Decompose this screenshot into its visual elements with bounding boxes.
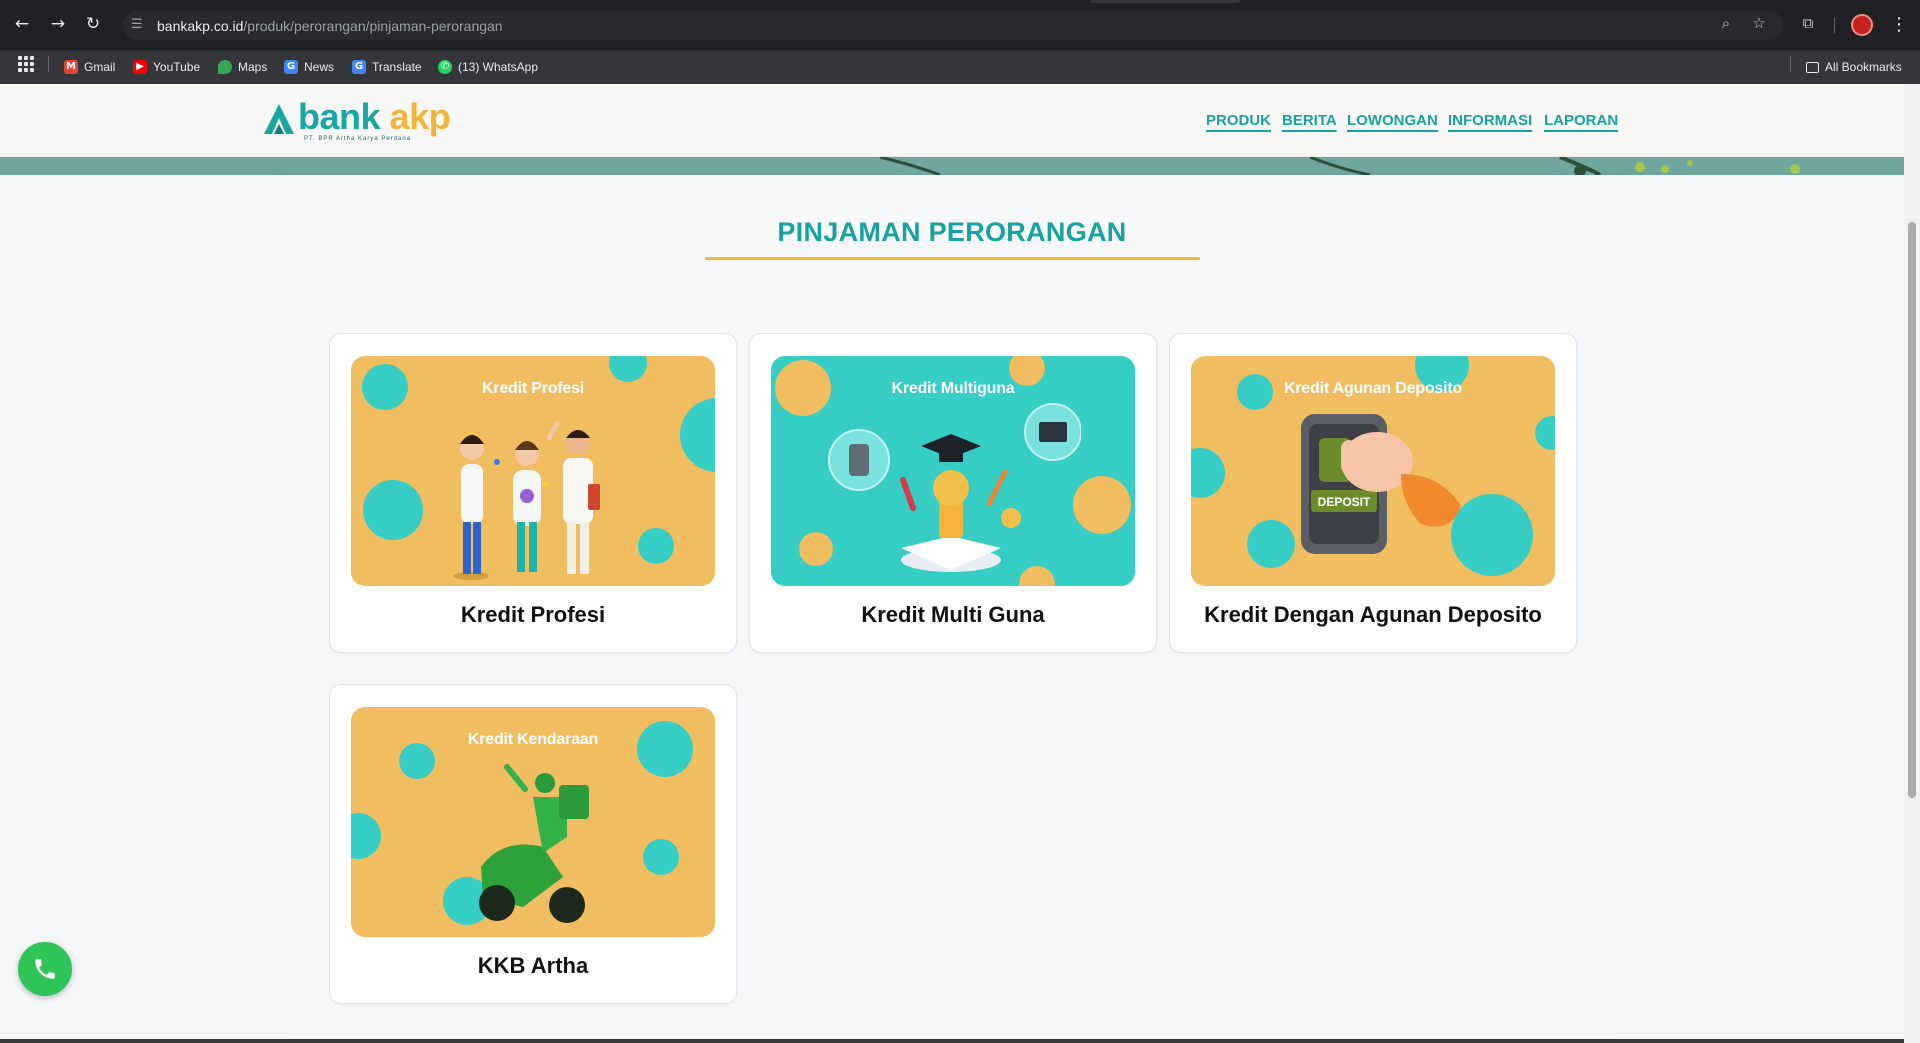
multiguna-illustration (828, 403, 1081, 572)
product-image-kredit-profesi: Kredit Profesi (351, 356, 715, 586)
site-header: bank akp PT. BPR Artha Karya Perdana PRO… (0, 84, 1904, 157)
folder-icon (1806, 61, 1819, 73)
bookmarks-divider (48, 56, 49, 72)
bookmark-maps[interactable]: Maps (218, 58, 267, 76)
product-card-kredit-profesi[interactable]: Kredit Profesi Kredit Profesi (329, 333, 737, 653)
hero-banner-edge (0, 157, 1904, 175)
title-underline (705, 257, 1200, 260)
apps-grid-icon[interactable] (18, 56, 34, 72)
page-scrollbar[interactable] (1904, 84, 1920, 1043)
back-icon[interactable]: ← (12, 14, 32, 34)
product-image-kkb-artha: Kredit Kendaraan (351, 707, 715, 937)
toolbar-divider (1834, 17, 1835, 33)
news-icon: G (284, 60, 298, 74)
nav-laporan[interactable]: LAPORAN (1544, 112, 1618, 129)
bank-akp-logo[interactable]: bank akp PT. BPR Artha Karya Perdana (260, 96, 451, 144)
menu-kebab-icon[interactable]: ⋮ (1890, 14, 1908, 36)
maps-icon (218, 60, 232, 74)
logo-wordmark: bank akp (298, 96, 451, 137)
banner-pattern (879, 157, 1800, 175)
product-label[interactable]: Kredit Profesi (330, 602, 736, 628)
reload-icon[interactable]: ↻ (83, 14, 103, 34)
active-tab-indicator[interactable] (1090, 0, 1240, 3)
nav-produk[interactable]: PRODUK (1206, 112, 1271, 129)
image-title: Kredit Profesi (481, 380, 585, 397)
url-text[interactable]: bankakp.co.id/produk/perorangan/pinjaman… (157, 18, 503, 34)
product-label[interactable]: Kredit Dengan Agunan Deposito (1170, 602, 1576, 628)
profile-avatar[interactable] (1851, 14, 1873, 36)
gmail-icon: M (64, 60, 78, 74)
whatsapp-icon: ✆ (438, 60, 452, 74)
bookmark-translate[interactable]: G Translate (352, 58, 422, 76)
address-bar[interactable]: ☰ bankakp.co.id/produk/perorangan/pinjam… (123, 11, 1783, 40)
product-card-kkb-artha[interactable]: Kredit Kendaraan KKB Artha (329, 684, 737, 1004)
zoom-icon[interactable]: ⌕ (1716, 13, 1736, 33)
product-card-kredit-agunan-deposito[interactable]: DEPOSIT Kredit Agunan Deposito Kredit De… (1169, 333, 1577, 653)
scrollbar-thumb[interactable] (1908, 222, 1916, 798)
logo-subtitle: PT. BPR Artha Karya Perdana (304, 136, 412, 142)
bookmark-gmail[interactable]: M Gmail (64, 58, 115, 76)
bookmark-star-icon[interactable]: ☆ (1749, 13, 1769, 33)
bookmark-whatsapp[interactable]: ✆ (13) WhatsApp (438, 58, 538, 76)
product-card-kredit-multi-guna[interactable]: Kredit Multiguna Kredit Multi Guna (749, 333, 1157, 653)
logo-mark-icon (264, 104, 294, 134)
professionals-illustration (453, 421, 600, 580)
contact-phone-button[interactable] (18, 942, 72, 996)
image-title: Kredit Multiguna (891, 380, 1015, 397)
all-bookmarks[interactable]: All Bookmarks (1806, 58, 1902, 76)
deposit-badge-text: DEPOSIT (1318, 495, 1371, 509)
site-info-icon[interactable]: ☰ (131, 17, 147, 33)
product-label[interactable]: KKB Artha (330, 953, 736, 979)
deposit-phone-illustration: DEPOSIT (1301, 414, 1461, 554)
youtube-icon: ▶ (133, 60, 147, 74)
nav-informasi[interactable]: INFORMASI (1448, 112, 1532, 129)
product-label[interactable]: Kredit Multi Guna (750, 602, 1156, 628)
motorcycle-rider-illustration (479, 764, 589, 923)
nav-berita[interactable]: BERITA (1282, 112, 1337, 129)
phone-icon (35, 959, 55, 979)
bookmark-news[interactable]: G News (284, 58, 334, 76)
window-bottom-edge (0, 1039, 1904, 1043)
image-title: Kredit Kendaraan (467, 731, 599, 748)
product-image-kredit-multi-guna: Kredit Multiguna (771, 356, 1135, 586)
forward-icon[interactable]: → (48, 14, 68, 34)
extensions-icon[interactable]: ⧉ (1798, 13, 1818, 33)
web-page: bank akp PT. BPR Artha Karya Perdana PRO… (0, 84, 1904, 1043)
bookmark-youtube[interactable]: ▶ YouTube (133, 58, 200, 76)
image-title: Kredit Agunan Deposito (1283, 380, 1463, 397)
nav-lowongan[interactable]: LOWONGAN (1347, 112, 1438, 129)
product-image-kredit-agunan-deposito: DEPOSIT Kredit Agunan Deposito (1191, 356, 1555, 586)
page-title: PINJAMAN PERORANGAN (777, 217, 1127, 247)
translate-icon: G (352, 60, 366, 74)
bookmarks-divider-right (1790, 56, 1791, 72)
